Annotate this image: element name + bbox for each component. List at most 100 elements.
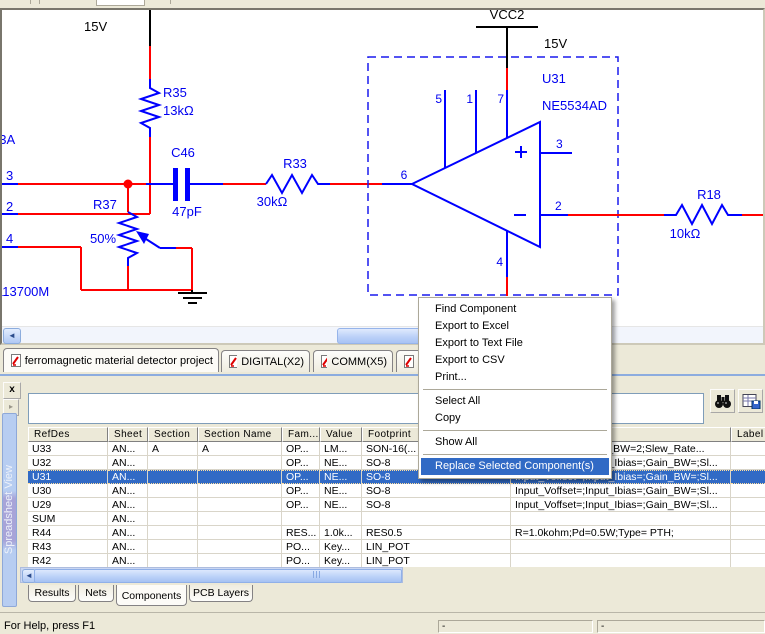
- capacitor-c46[interactable]: C46 47pF: [146, 145, 223, 219]
- table-row-u30[interactable]: U30AN...OP...NE...SO-8Input_Voffset=;Inp…: [28, 484, 765, 498]
- scroll-left-button[interactable]: ◄: [3, 328, 21, 344]
- svg-text:33A: 33A: [2, 132, 15, 147]
- panel-splitter[interactable]: [0, 374, 765, 376]
- cell: SUM: [28, 512, 108, 526]
- table-row-u33[interactable]: U33AN...AAOP...LM...SON-16(...Input_Voff…: [28, 442, 765, 456]
- cell: [731, 526, 765, 540]
- toolbar-remnant-box: [96, 0, 145, 6]
- menu-item-export-to-excel[interactable]: Export to Excel: [421, 318, 609, 335]
- table-row-u31[interactable]: U31AN...OP...NE...SO-8Input_Voffset=;Inp…: [28, 470, 765, 484]
- svg-text:3: 3: [6, 168, 13, 183]
- cell: [731, 484, 765, 498]
- svg-text:1: 1: [466, 92, 473, 106]
- sheet-tab-digital[interactable]: DIGITAL(X2): [221, 350, 310, 372]
- column-header-section-name[interactable]: Section Name: [198, 427, 282, 442]
- tab-pcb-layers[interactable]: PCB Layers: [189, 585, 253, 602]
- scroll-thumb[interactable]: [34, 569, 402, 583]
- column-header-refdes[interactable]: RefDes: [28, 427, 108, 442]
- column-header-value[interactable]: Value: [320, 427, 362, 442]
- cell: [282, 512, 320, 526]
- status-panel-2: -: [597, 620, 765, 633]
- svg-text:50%: 50%: [90, 231, 116, 246]
- svg-text:2: 2: [6, 199, 13, 214]
- cell: [198, 512, 282, 526]
- close-panel-button[interactable]: x: [3, 382, 21, 399]
- cell: AN...: [108, 498, 148, 512]
- tab-results[interactable]: Results: [28, 585, 76, 602]
- svg-text:U31: U31: [542, 71, 566, 86]
- ground-symbol[interactable]: [176, 248, 207, 303]
- menu-item-show-all[interactable]: Show All: [421, 434, 609, 451]
- svg-text:47pF: 47pF: [172, 204, 202, 219]
- schematic-canvas[interactable]: 15V R35 13kΩ 33A 3 2 4 113700M: [0, 8, 765, 345]
- cell: LM...: [320, 442, 362, 456]
- table-row-sum[interactable]: SUMAN...: [28, 512, 765, 526]
- table-row-r44[interactable]: R44AN...RES...1.0k...RES0.5R=1.0kohm;Pd=…: [28, 526, 765, 540]
- export-button[interactable]: [738, 389, 763, 413]
- menu-item-copy[interactable]: Copy: [421, 410, 609, 427]
- column-header-fam[interactable]: Fam...: [282, 427, 320, 442]
- components-table[interactable]: RefDesSheetSectionSection NameFam...Valu…: [28, 427, 765, 567]
- table-hscrollbar[interactable]: ◄: [20, 567, 403, 583]
- menu-item-find-component[interactable]: Find Component: [421, 301, 609, 318]
- cell: [731, 512, 765, 526]
- cell: [148, 526, 198, 540]
- binoculars-icon: [713, 393, 733, 409]
- cell: OP...: [282, 484, 320, 498]
- svg-text:2: 2: [555, 199, 562, 213]
- find-button[interactable]: [710, 389, 735, 413]
- side-tab-label: Spreadsheet View: [3, 461, 15, 558]
- menu-item-replace-selected-component-s[interactable]: Replace Selected Component(s): [421, 458, 609, 475]
- cell: OP...: [282, 498, 320, 512]
- column-header-sheet[interactable]: Sheet: [108, 427, 148, 442]
- menu-item-export-to-text-file[interactable]: Export to Text File: [421, 335, 609, 352]
- cell: U32: [28, 456, 108, 470]
- sheet-tab-project[interactable]: ferromagnetic material detector project: [3, 348, 219, 372]
- cell: PO...: [282, 554, 320, 567]
- cell: R43: [28, 540, 108, 554]
- cell: [148, 484, 198, 498]
- table-row-r42[interactable]: R42AN...PO...Key...LIN_POT: [28, 554, 765, 567]
- menu-item-print[interactable]: Print...: [421, 369, 609, 386]
- resistor-r33[interactable]: R33 30kΩ: [223, 156, 382, 209]
- sheet-tab-comm[interactable]: COMM(X5): [313, 350, 393, 372]
- svg-text:15V: 15V: [84, 19, 107, 34]
- cell: [198, 554, 282, 567]
- menu-item-select-all[interactable]: Select All: [421, 393, 609, 410]
- cell: SO-8: [362, 498, 511, 512]
- table-row-r43[interactable]: R43AN...PO...Key...LIN_POT: [28, 540, 765, 554]
- sheet-icon: [227, 354, 237, 369]
- table-row-u29[interactable]: U29AN...OP...NE...SO-8Input_Voffset=;Inp…: [28, 498, 765, 512]
- spreadsheet-view-side-tab[interactable]: Spreadsheet View: [2, 413, 17, 607]
- cell: U29: [28, 498, 108, 512]
- cell: RES0.5: [362, 526, 511, 540]
- net-labels[interactable]: 33A 3 2 4 113700M: [2, 132, 49, 299]
- status-help-text: For Help, press F1: [4, 620, 95, 632]
- cell: PO...: [282, 540, 320, 554]
- svg-text:7: 7: [497, 92, 504, 106]
- multisim-window: 15V R35 13kΩ 33A 3 2 4 113700M: [0, 0, 765, 634]
- svg-text:3: 3: [556, 137, 563, 151]
- schematic-hscrollbar[interactable]: ◄: [2, 326, 763, 343]
- tab-components[interactable]: Components: [116, 585, 187, 606]
- menu-item-export-to-csv[interactable]: Export to CSV: [421, 352, 609, 369]
- table-row-u32[interactable]: U32AN...OP...NE...SO-8Input_Voffset=;Inp…: [28, 456, 765, 470]
- column-header-section[interactable]: Section: [148, 427, 198, 442]
- cell: [731, 456, 765, 470]
- opamp-u31[interactable]: U31 NE5534AD 5 1 7 6 3 2 4: [382, 71, 607, 296]
- cell: [511, 554, 731, 567]
- potentiometer-r37[interactable]: R37 50%: [90, 188, 176, 290]
- cell: OP...: [282, 442, 320, 456]
- column-header-label[interactable]: Label: [731, 427, 765, 442]
- cell: OP...: [282, 456, 320, 470]
- sheet-icon: [319, 354, 327, 369]
- cell: [148, 512, 198, 526]
- cell: [198, 470, 282, 484]
- resistor-r18[interactable]: R18 10kΩ: [568, 187, 763, 241]
- tab-nets[interactable]: Nets: [78, 585, 114, 602]
- cell: RES...: [282, 526, 320, 540]
- status-bar: For Help, press F1 - -: [0, 612, 765, 634]
- cell: SO-8: [362, 484, 511, 498]
- cell: NE...: [320, 484, 362, 498]
- menu-separator: [423, 454, 607, 455]
